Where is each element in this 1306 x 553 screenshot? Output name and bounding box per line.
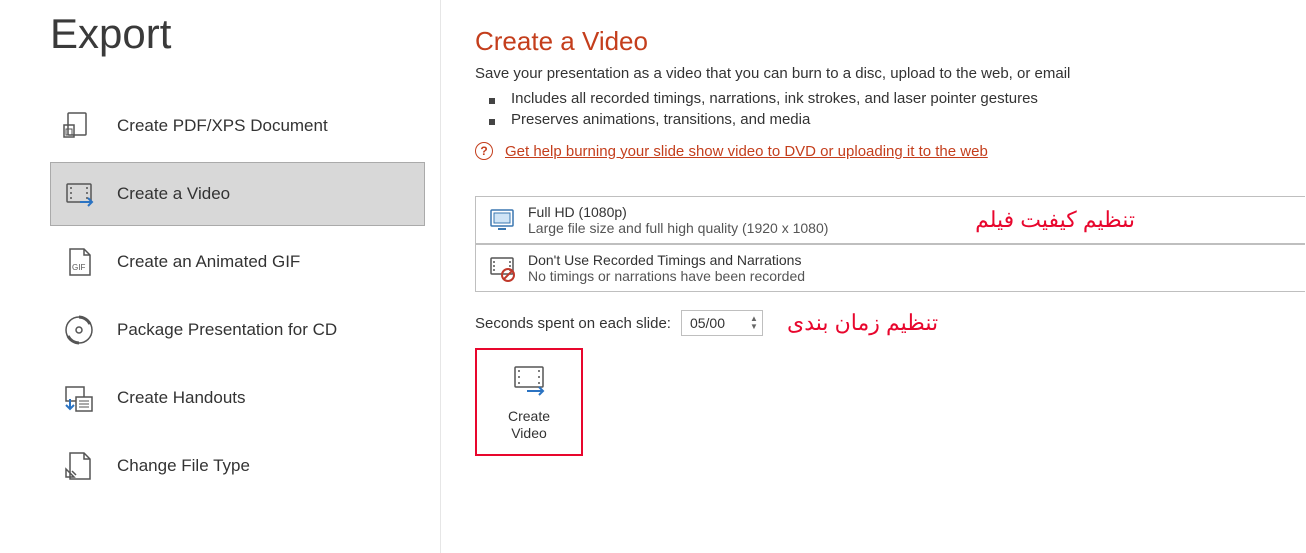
sidebar-item-animated-gif[interactable]: GIF Create an Animated GIF (50, 230, 425, 294)
svg-text:GIF: GIF (72, 263, 85, 272)
timings-title: Don't Use Recorded Timings and Narration… (528, 252, 805, 268)
sidebar-item-label: Create an Animated GIF (117, 252, 300, 272)
handouts-icon (61, 380, 97, 416)
seconds-per-slide-input[interactable]: 05/00 ▲ ▼ (681, 310, 763, 336)
bullet-item: Includes all recorded timings, narration… (489, 90, 1306, 107)
sidebar-item-pdf-xps[interactable]: Create PDF/XPS Document (50, 94, 425, 158)
timings-subtitle: No timings or narrations have been recor… (528, 268, 805, 284)
seconds-annotation: تنظیم زمان بندی (787, 310, 938, 336)
create-video-icon (509, 363, 549, 402)
sidebar-item-label: Create a Video (117, 184, 230, 204)
sidebar-item-label: Create PDF/XPS Document (117, 116, 328, 136)
change-file-type-icon (61, 448, 97, 484)
video-quality-dropdown[interactable]: Full HD (1080p) Large file size and full… (475, 196, 1305, 244)
quality-annotation: تنظیم کیفیت فیلم (975, 207, 1135, 233)
pdf-icon (61, 108, 97, 144)
detail-pane: Create a Video Save your presentation as… (440, 0, 1306, 553)
detail-description: Save your presentation as a video that y… (475, 65, 1306, 82)
sidebar-item-change-file-type[interactable]: Change File Type (50, 434, 425, 498)
detail-bullets: Includes all recorded timings, narration… (489, 90, 1306, 128)
video-icon (61, 176, 97, 212)
bullet-mark (489, 98, 495, 104)
bullet-text: Preserves animations, transitions, and m… (511, 111, 810, 128)
seconds-stepper[interactable]: ▲ ▼ (750, 315, 758, 331)
seconds-per-slide-label: Seconds spent on each slide: (475, 315, 671, 332)
help-link[interactable]: Get help burning your slide show video t… (505, 143, 988, 160)
sidebar-item-create-handouts[interactable]: Create Handouts (50, 366, 425, 430)
cd-icon (61, 312, 97, 348)
page-title: Export (50, 10, 440, 58)
sidebar-item-label: Create Handouts (117, 388, 246, 408)
help-icon: ? (475, 142, 493, 160)
quality-title: Full HD (1080p) (528, 204, 828, 220)
detail-title: Create a Video (475, 26, 1306, 57)
sidebar-item-package-cd[interactable]: Package Presentation for CD (50, 298, 425, 362)
seconds-value: 05/00 (690, 315, 725, 331)
filmstrip-no-icon (476, 253, 528, 283)
stepper-down-icon[interactable]: ▼ (750, 323, 758, 331)
quality-subtitle: Large file size and full high quality (1… (528, 220, 828, 236)
sidebar-item-label: Package Presentation for CD (117, 320, 337, 340)
create-video-button[interactable]: Create Video (475, 348, 583, 456)
export-sidebar: Export Create PDF/XPS Document (0, 0, 440, 553)
gif-icon: GIF (61, 244, 97, 280)
create-video-label: Create Video (508, 408, 550, 442)
bullet-text: Includes all recorded timings, narration… (511, 90, 1038, 107)
sidebar-item-create-video[interactable]: Create a Video (50, 162, 425, 226)
timings-dropdown[interactable]: Don't Use Recorded Timings and Narration… (475, 244, 1305, 292)
sidebar-item-label: Change File Type (117, 456, 250, 476)
bullet-mark (489, 119, 495, 125)
bullet-item: Preserves animations, transitions, and m… (489, 111, 1306, 128)
monitor-icon (476, 205, 528, 235)
